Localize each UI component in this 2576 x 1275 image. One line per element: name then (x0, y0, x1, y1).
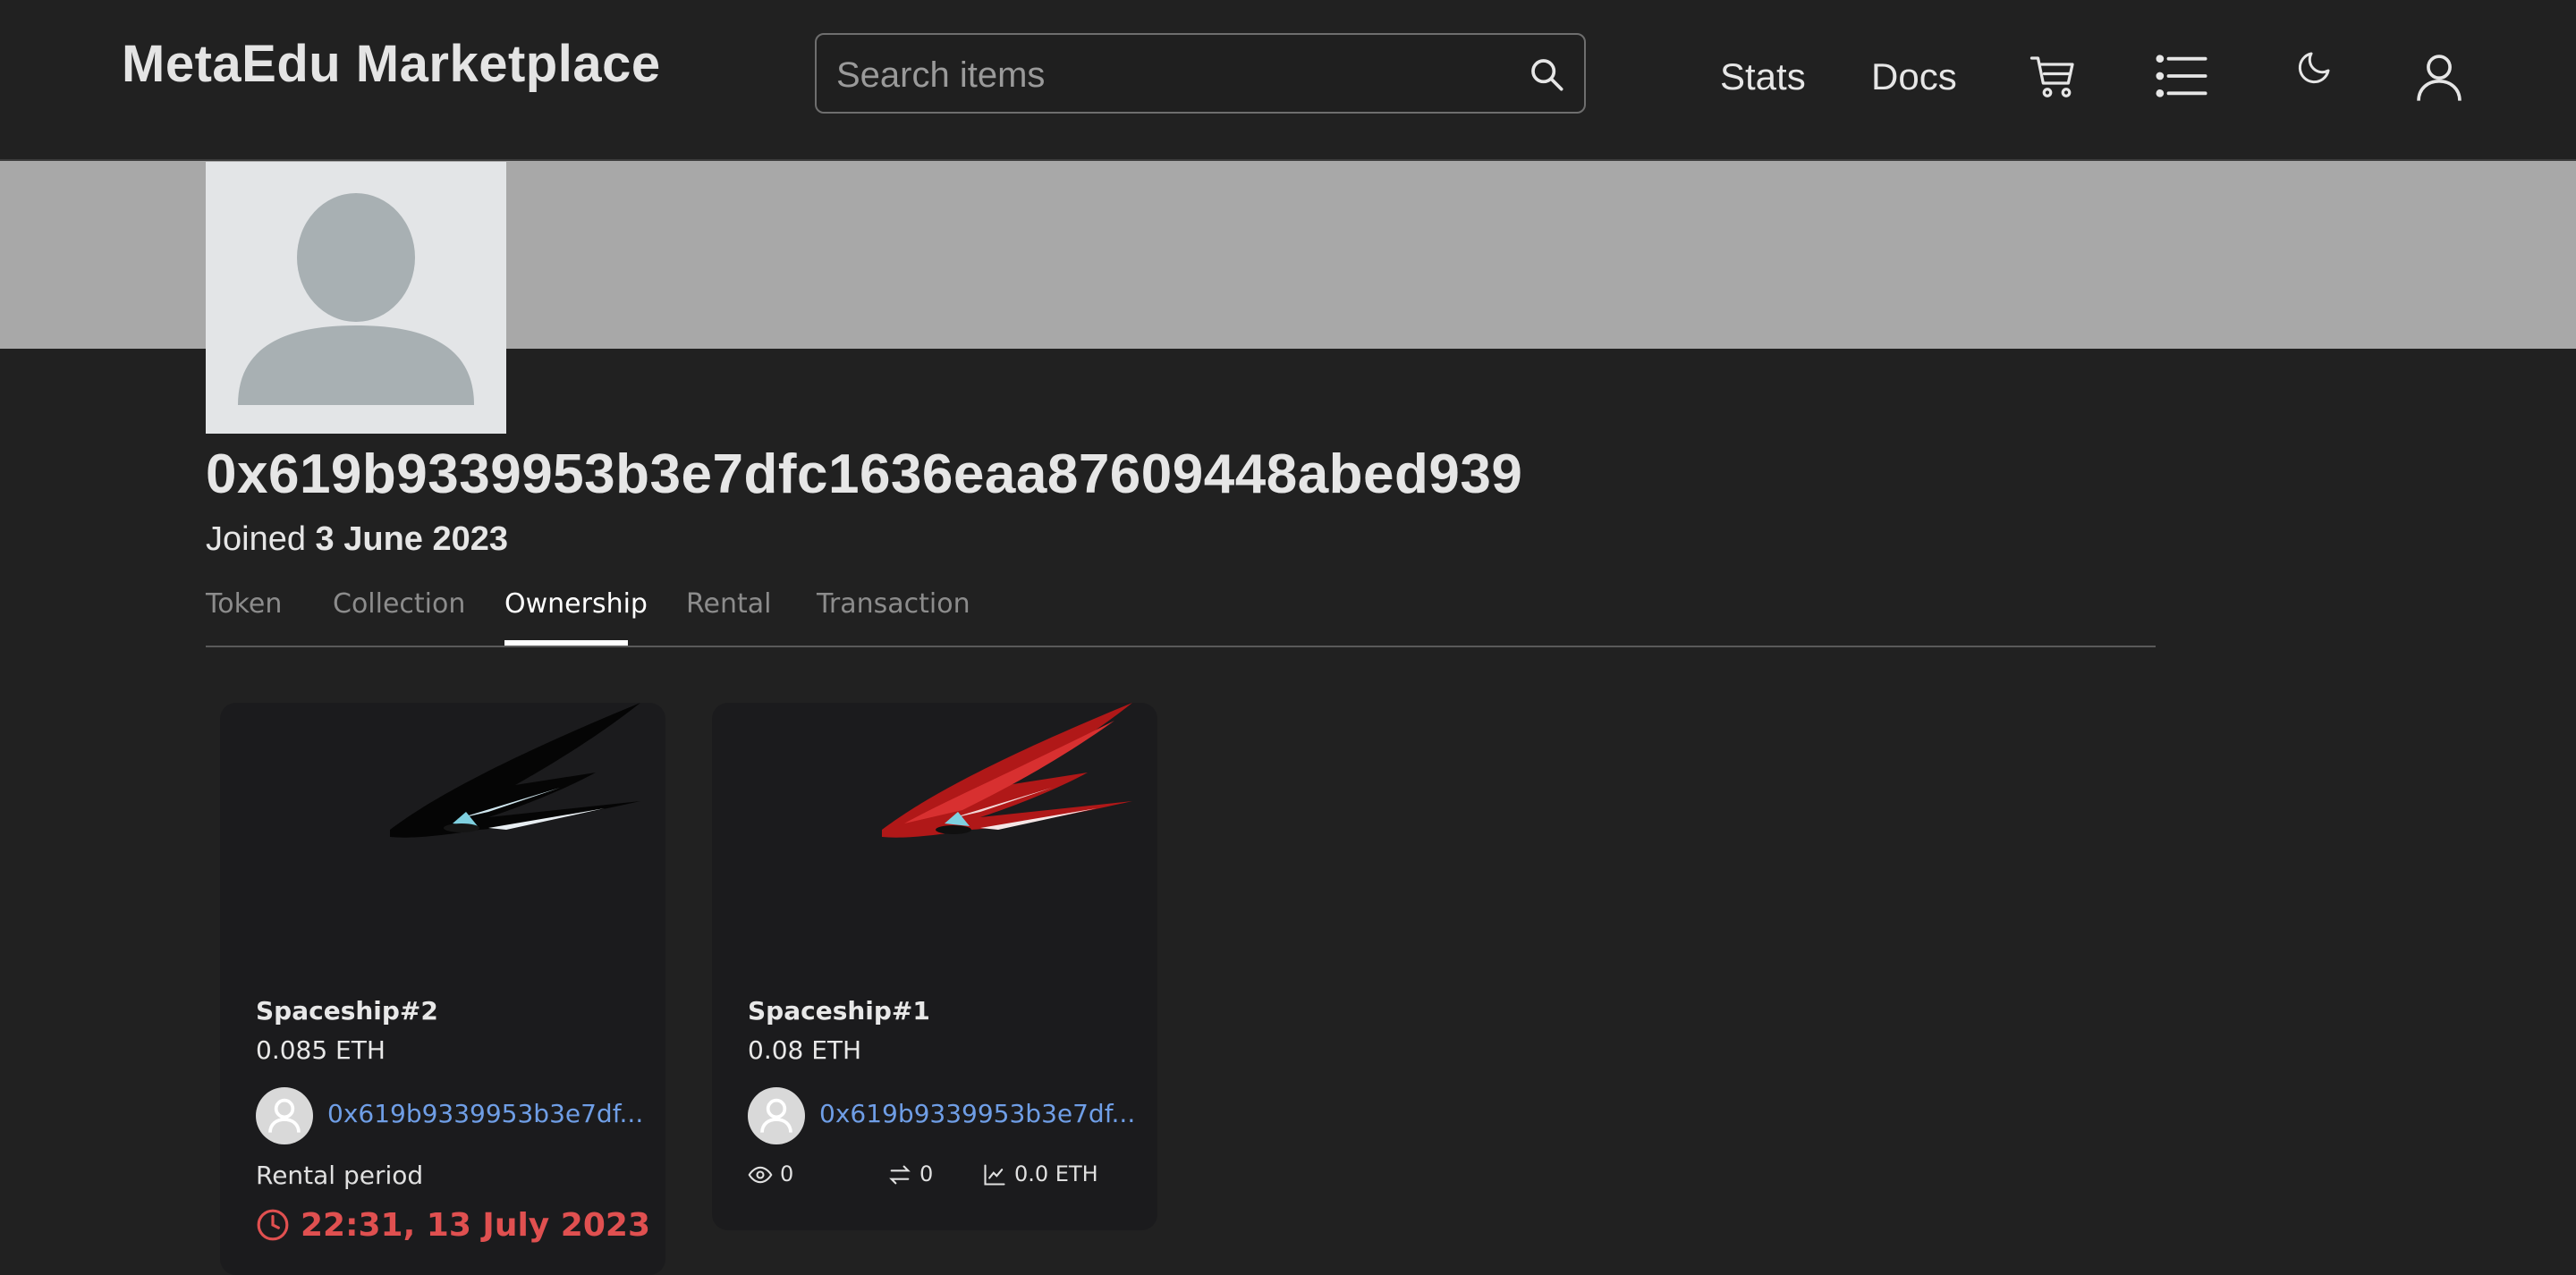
nav-docs-link[interactable]: Docs (1871, 55, 1957, 98)
top-navigation-bar: MetaEdu Marketplace Stats Docs (0, 0, 2576, 161)
tab-ownership[interactable]: Ownership (504, 588, 648, 620)
nft-card[interactable]: Spaceship#1 0.08 ETH 0x619b9339953b3e7df… (712, 703, 1157, 1230)
transfer-arrows-icon (889, 1165, 911, 1185)
owner-address-link[interactable]: 0x619b9339953b3e7df... (327, 1099, 643, 1128)
joined-label: Joined (206, 520, 316, 558)
views-count: 0 (780, 1161, 794, 1186)
card-title[interactable]: Spaceship#1 (748, 996, 930, 1026)
spaceship-artwork (390, 703, 640, 838)
tab-rental[interactable]: Rental (686, 588, 771, 620)
owner-avatar[interactable] (256, 1087, 313, 1144)
tab-collection[interactable]: Collection (333, 588, 465, 620)
brand-logo[interactable]: MetaEdu Marketplace (122, 34, 661, 94)
card-title[interactable]: Spaceship#2 (256, 996, 438, 1026)
volume-value: 0.0 ETH (1014, 1161, 1098, 1186)
nft-card[interactable]: Spaceship#2 0.085 ETH 0x619b9339953b3e7d… (220, 703, 665, 1275)
owner-address-link[interactable]: 0x619b9339953b3e7df... (819, 1099, 1135, 1128)
spaceship-artwork (882, 703, 1132, 838)
transfers-count: 0 (919, 1161, 934, 1186)
search-icon[interactable] (1529, 56, 1564, 92)
default-avatar-icon (238, 193, 474, 405)
profile-avatar (206, 162, 506, 434)
wallet-address-title: 0x619b9339953b3e7dfc1636eaa87609448abed9… (206, 443, 1523, 505)
user-icon (760, 1098, 792, 1133)
card-price: 0.08 ETH (748, 1035, 862, 1065)
cart-icon[interactable] (2029, 52, 2079, 102)
list-menu-icon[interactable] (2156, 52, 2207, 100)
joined-date-value: 3 June 2023 (315, 520, 509, 558)
profile-tabs: Token Collection Ownership Rental Transa… (206, 581, 2156, 647)
rental-period-time: 22:31, 13 July 2023 (301, 1207, 650, 1244)
clock-icon (257, 1209, 289, 1241)
user-profile-icon[interactable] (2413, 50, 2465, 104)
card-price: 0.085 ETH (256, 1035, 386, 1065)
rental-period-label: Rental period (256, 1161, 424, 1190)
tab-transaction[interactable]: Transaction (817, 588, 970, 620)
eye-icon (748, 1166, 773, 1184)
active-tab-indicator (504, 640, 628, 646)
user-icon (268, 1098, 301, 1133)
trend-chart-icon (984, 1164, 1005, 1186)
tab-token[interactable]: Token (206, 588, 282, 620)
dark-mode-toggle-icon[interactable] (2290, 48, 2333, 93)
search-input[interactable] (835, 46, 1518, 105)
owner-avatar[interactable] (748, 1087, 805, 1144)
search-box (815, 33, 1586, 114)
joined-date: Joined 3 June 2023 (206, 520, 508, 559)
nav-stats-link[interactable]: Stats (1720, 55, 1806, 98)
